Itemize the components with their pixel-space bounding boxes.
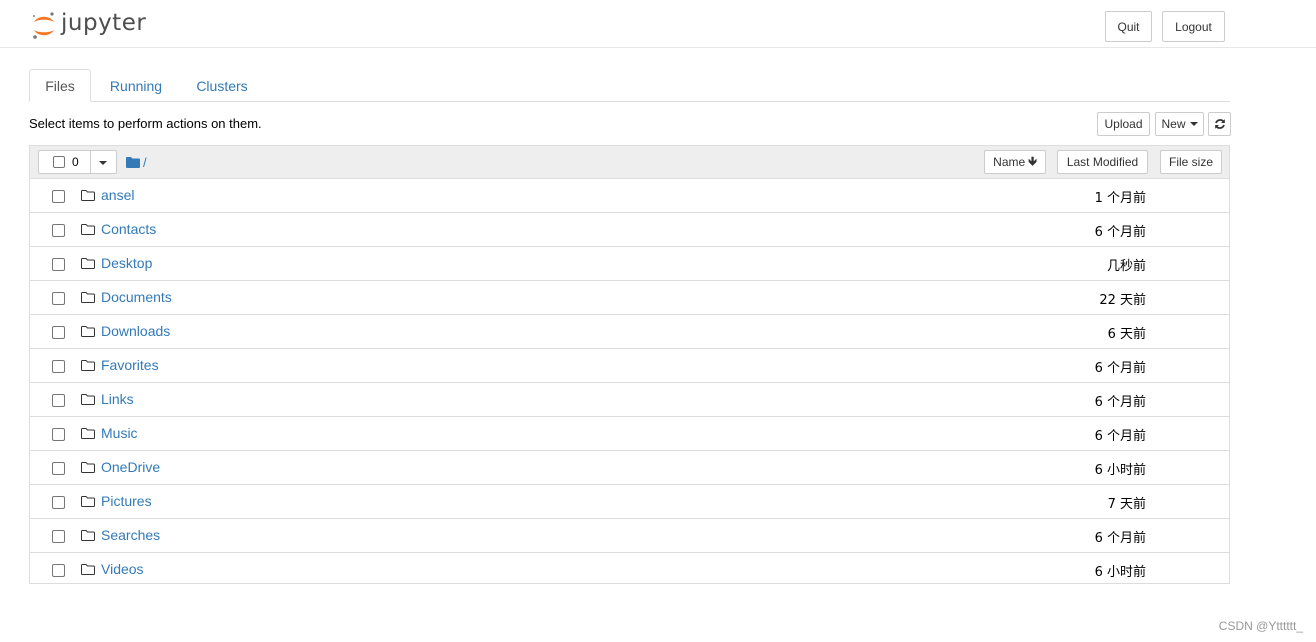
folder-icon	[81, 224, 95, 235]
folder-link[interactable]: Searches	[101, 527, 160, 543]
folder-icon	[81, 394, 95, 405]
folder-link[interactable]: Links	[101, 391, 134, 407]
last-modified: 22 天前	[1099, 293, 1146, 308]
row-checkbox[interactable]	[52, 292, 65, 305]
list-item: Downloads 6 天前	[30, 315, 1229, 349]
tab-running[interactable]: Running	[105, 69, 167, 102]
select-all-control[interactable]: 0	[38, 150, 117, 174]
list-item: Music 6 个月前	[30, 417, 1229, 451]
select-all-checkbox[interactable]	[53, 156, 65, 168]
folder-icon	[81, 496, 95, 507]
list-item: Pictures 7 天前	[30, 485, 1229, 519]
row-checkbox[interactable]	[52, 394, 65, 407]
folder-icon	[81, 292, 95, 303]
quit-button[interactable]: Quit	[1105, 11, 1152, 42]
tab-bar: Files Running Clusters	[29, 69, 1230, 102]
breadcrumb-root[interactable]: /	[143, 155, 147, 170]
row-checkbox[interactable]	[52, 564, 65, 577]
arrow-down-icon: 🡻	[1028, 153, 1037, 168]
divider	[90, 151, 91, 173]
folder-link[interactable]: Documents	[101, 289, 172, 305]
row-checkbox[interactable]	[52, 190, 65, 203]
row-checkbox[interactable]	[52, 428, 65, 441]
tab-clusters[interactable]: Clusters	[191, 69, 253, 102]
last-modified: 6 个月前	[1094, 395, 1146, 410]
folder-icon	[81, 462, 95, 473]
row-checkbox[interactable]	[52, 462, 65, 475]
list-item: Videos 6 小时前	[30, 553, 1229, 587]
list-item: Links 6 个月前	[30, 383, 1229, 417]
sort-by-size-button[interactable]: File size	[1160, 150, 1222, 174]
last-modified: 6 小时前	[1094, 565, 1146, 580]
folder-icon	[81, 564, 95, 575]
last-modified: 几秒前	[1106, 259, 1146, 274]
folder-link[interactable]: OneDrive	[101, 459, 160, 475]
upload-button[interactable]: Upload	[1097, 112, 1150, 136]
new-dropdown-button[interactable]: New	[1155, 112, 1204, 136]
folder-icon	[81, 258, 95, 269]
folder-link[interactable]: Downloads	[101, 323, 170, 339]
list-item: ansel 1 个月前	[30, 179, 1229, 213]
folder-link[interactable]: Videos	[101, 561, 144, 577]
folder-link[interactable]: ansel	[101, 187, 134, 203]
logout-button[interactable]: Logout	[1162, 11, 1225, 42]
list-item: Favorites 6 个月前	[30, 349, 1229, 383]
folder-link[interactable]: Contacts	[101, 221, 156, 237]
folder-icon	[81, 360, 95, 371]
last-modified: 6 个月前	[1094, 225, 1146, 240]
tab-files[interactable]: Files	[29, 69, 91, 102]
top-header: jupyter Quit Logout	[0, 0, 1316, 48]
jupyter-logo-icon	[32, 12, 54, 39]
refresh-button[interactable]	[1208, 112, 1231, 136]
last-modified: 6 个月前	[1094, 531, 1146, 546]
folder-link[interactable]: Favorites	[101, 357, 159, 373]
sort-by-modified-button[interactable]: Last Modified	[1057, 150, 1148, 174]
folder-icon	[81, 326, 95, 337]
folder-link[interactable]: Music	[101, 425, 138, 441]
last-modified: 6 小时前	[1094, 463, 1146, 478]
logo-text: jupyter	[61, 10, 147, 36]
row-checkbox[interactable]	[52, 258, 65, 271]
last-modified: 1 个月前	[1094, 191, 1146, 206]
last-modified: 7 天前	[1107, 497, 1146, 512]
sort-by-name-button[interactable]: Name 🡻	[984, 150, 1046, 174]
jupyter-logo[interactable]: jupyter	[31, 10, 146, 42]
file-list-header: 0 / Name 🡻 Last Modified File size	[30, 146, 1229, 179]
select-menu-caret-icon[interactable]	[99, 161, 107, 165]
new-label: New	[1161, 117, 1186, 131]
folder-home-icon[interactable]	[126, 157, 140, 168]
list-item: OneDrive 6 小时前	[30, 451, 1229, 485]
folder-icon	[81, 428, 95, 439]
row-checkbox[interactable]	[52, 326, 65, 339]
caret-down-icon	[1189, 122, 1198, 126]
row-checkbox[interactable]	[52, 360, 65, 373]
list-item: Searches 6 个月前	[30, 519, 1229, 553]
folder-icon	[81, 190, 95, 201]
list-item: Documents 22 天前	[30, 281, 1229, 315]
watermark-text: CSDN @Ytttttt_	[1218, 619, 1303, 633]
folder-link[interactable]: Desktop	[101, 255, 152, 271]
breadcrumb[interactable]: /	[126, 155, 147, 170]
last-modified: 6 个月前	[1094, 361, 1146, 376]
last-modified: 6 天前	[1107, 327, 1146, 342]
list-item: Desktop 几秒前	[30, 247, 1229, 281]
row-checkbox[interactable]	[52, 530, 65, 543]
folder-icon	[81, 530, 95, 541]
sort-name-label: Name	[993, 155, 1026, 169]
selection-info-text: Select items to perform actions on them.	[29, 116, 262, 131]
last-modified: 6 个月前	[1094, 429, 1146, 444]
row-checkbox[interactable]	[52, 496, 65, 509]
folder-link[interactable]: Pictures	[101, 493, 152, 509]
list-item: Contacts 6 个月前	[30, 213, 1229, 247]
file-list: 0 / Name 🡻 Last Modified File size ansel…	[29, 145, 1230, 584]
selected-count: 0	[72, 155, 79, 169]
refresh-icon	[1214, 119, 1225, 129]
row-checkbox[interactable]	[52, 224, 65, 237]
